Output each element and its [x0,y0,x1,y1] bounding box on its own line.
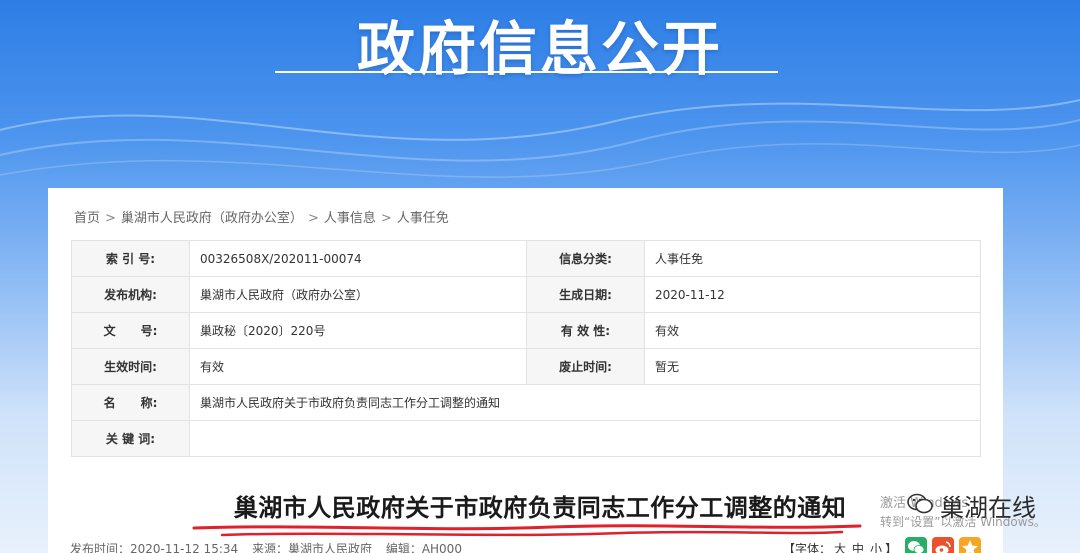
wechat-icon [908,541,925,553]
breadcrumb-personnel[interactable]: 人事信息 [324,211,376,226]
publisher-value: 巢湖市人民政府（政府办公室） [189,276,527,313]
effective-time-value: 有效 [189,348,527,385]
share-weibo-button[interactable] [932,537,954,553]
validity-label: 有 效 性: [526,312,645,349]
banner-underline [275,71,778,73]
font-size-small-button[interactable]: 小 [870,542,882,553]
table-row: 名 称: 巢湖市人民政府关于市政府负责同志工作分工调整的通知 [71,384,981,421]
publisher-label: 发布机构: [71,276,190,313]
created-date-label: 生成日期: [526,276,645,313]
docno-label: 文 号: [71,312,190,349]
name-value: 巢湖市人民政府关于市政府负责同志工作分工调整的通知 [189,384,981,421]
weibo-icon [935,541,951,553]
table-row: 发布机构: 巢湖市人民政府（政府办公室） 生成日期: 2020-11-12 [71,276,981,313]
metadata-table: 索 引 号: 00326508X/202011-00074 信息分类: 人事任免… [71,240,981,457]
font-size-large-button[interactable]: 大 [834,542,846,553]
breadcrumb-home[interactable]: 首页 [74,211,100,226]
table-row: 文 号: 巢政秘〔2020〕220号 有 效 性: 有效 [71,312,981,349]
breadcrumb-appointment[interactable]: 人事任免 [397,211,449,226]
publish-time: 发布时间：2020-11-12 15:34 [70,542,239,553]
keywords-label: 关 键 词: [71,420,190,457]
abolish-time-label: 废止时间: [526,348,645,385]
breadcrumb-gov[interactable]: 巢湖市人民政府（政府办公室） [121,211,303,226]
font-size-prefix: 【字体： [783,542,832,553]
publish-editor: 编辑：AH000 [385,542,462,553]
abolish-time-value: 暂无 [644,348,981,385]
publish-source: 来源：巢湖市人民政府 [251,542,372,553]
share-wechat-button[interactable] [905,537,927,553]
wechat-watermark-icon [907,493,933,514]
table-row: 关 键 词: [71,420,981,457]
table-row: 生效时间: 有效 废止时间: 暂无 [71,348,981,385]
breadcrumb: 首页 > 巢湖市人民政府（政府办公室） > 人事信息 > 人事任免 [74,211,449,226]
docno-value: 巢政秘〔2020〕220号 [189,312,527,349]
share-qzone-button[interactable] [959,537,981,553]
index-label: 索 引 号: [71,240,190,277]
validity-value: 有效 [644,312,981,349]
index-value: 00326508X/202011-00074 [189,240,527,277]
category-label: 信息分类: [526,240,645,277]
red-underline-mark [192,524,862,537]
font-size-suffix: 】 [885,542,898,553]
document-title: 巢湖市人民政府关于市政府负责同志工作分工调整的通知 [233,494,847,522]
table-row: 索 引 号: 00326508X/202011-00074 信息分类: 人事任免 [71,240,981,277]
keywords-value [189,420,981,457]
banner-title: 政府信息公开 [356,15,723,83]
star-icon [962,540,978,553]
category-value: 人事任免 [644,240,981,277]
font-size-control: 【字体：大中小】 [783,540,897,553]
font-size-medium-button[interactable]: 中 [852,542,864,553]
effective-time-label: 生效时间: [71,348,190,385]
created-date-value: 2020-11-12 [644,276,981,313]
watermark-account-name: 巢湖在线 [940,494,1036,522]
name-label: 名 称: [71,384,190,421]
publish-info: 发布时间：2020-11-12 15:34 来源：巢湖市人民政府 编辑：AH00… [70,540,472,553]
